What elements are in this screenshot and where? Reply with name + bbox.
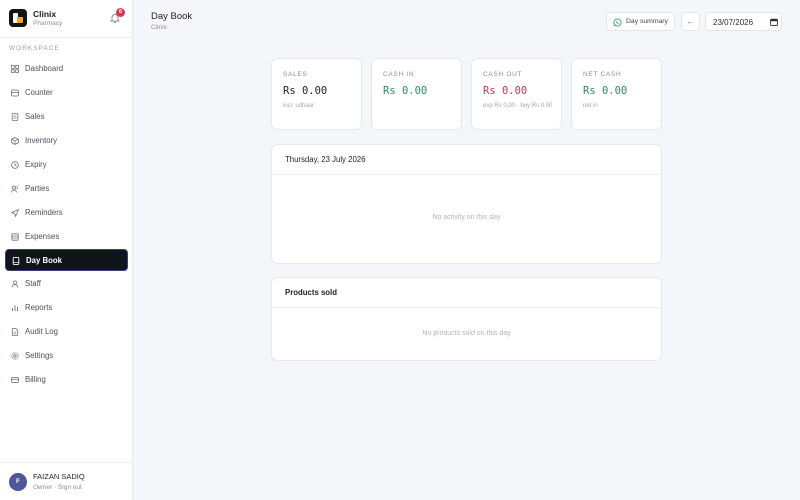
notification-badge: 6	[116, 8, 125, 17]
panel-header: Thursday, 23 July 2026	[272, 145, 661, 175]
sidebar-item-label: Settings	[25, 351, 54, 360]
register-icon	[11, 89, 19, 97]
stack-icon	[11, 233, 19, 241]
sidebar-item-reminders[interactable]: Reminders	[5, 202, 128, 224]
sidebar-item-label: Inventory	[25, 136, 58, 145]
date-input[interactable]: 23/07/2026	[705, 12, 782, 31]
sidebar-item-label: Dashboard	[25, 64, 64, 73]
sidebar-item-label: Day Book	[26, 256, 62, 265]
bar-chart-icon	[12, 305, 18, 311]
activity-date-title: Thursday, 23 July 2026	[285, 155, 366, 164]
products-empty-text: No products sold on this day	[422, 330, 511, 337]
card-label: CASH OUT	[483, 71, 523, 78]
brand-subtitle: Pharmacy	[33, 20, 63, 27]
products-sold-title: Products sold	[285, 288, 337, 297]
sidebar-item-staff[interactable]: Staff	[5, 273, 128, 295]
card-value: Rs 0.00	[283, 85, 328, 97]
card-note: incl. udhaar	[283, 103, 315, 109]
sidebar-item-label: Billing	[25, 375, 46, 384]
sidebar-item-inventory[interactable]: Inventory	[5, 130, 128, 152]
card-note: exp Rs 0.00 · buy Rs 0.00	[483, 103, 553, 109]
sidebar-item-label: Audit Log	[25, 327, 58, 336]
send-icon	[11, 209, 19, 217]
page-subtitle: Clinix	[151, 24, 167, 31]
previous-day-button[interactable]: ←	[681, 12, 700, 31]
summary-card-sales: SALES Rs 0.00 incl. udhaar	[271, 58, 362, 130]
sidebar-item-reports[interactable]: Reports	[5, 297, 128, 319]
sidebar-item-expenses[interactable]: Expenses	[5, 226, 128, 248]
sidebar-item-expiry[interactable]: Expiry	[5, 154, 128, 176]
card-value: Rs 0.00	[383, 85, 428, 97]
card-note: net in	[583, 103, 598, 109]
activity-empty-text: No activity on this day	[432, 214, 501, 221]
box-icon	[11, 137, 19, 145]
card-label: SALES	[283, 71, 308, 78]
staff-icon	[11, 280, 19, 288]
sidebar-item-label: Sales	[25, 112, 45, 121]
calendar-icon[interactable]	[770, 18, 778, 26]
summary-card-cash-out: CASH OUT Rs 0.00 exp Rs 0.00 · buy Rs 0.…	[471, 58, 562, 130]
sidebar-item-label: Staff	[25, 279, 41, 288]
products-sold-panel: Products sold No products sold on this d…	[271, 277, 662, 361]
card-value: Rs 0.00	[583, 85, 628, 97]
whatsapp-day-summary-button[interactable]: Day summary	[606, 12, 675, 31]
brand-name: Clinix	[33, 9, 57, 19]
receipt-icon	[11, 113, 19, 121]
sidebar-item-label: Counter	[25, 88, 53, 97]
book-icon	[12, 257, 20, 265]
brand-header: Clinix Pharmacy 6	[0, 0, 133, 38]
sidebar-item-label: Expenses	[25, 232, 60, 241]
brand-logo	[9, 9, 27, 27]
user-role-sign-out[interactable]: Owner · Sign out	[33, 484, 82, 491]
summary-card-net-cash: NET CASH Rs 0.00 net in	[571, 58, 662, 130]
page-title: Day Book	[151, 11, 193, 22]
sidebar-item-dashboard[interactable]: Dashboard	[5, 58, 128, 80]
document-icon	[11, 328, 19, 336]
card-label: NET CASH	[583, 71, 622, 78]
sidebar-item-sales[interactable]: Sales	[5, 106, 128, 128]
clock-icon	[11, 161, 19, 169]
card-value: Rs 0.00	[483, 85, 528, 97]
card-label: CASH IN	[383, 71, 415, 78]
sidebar-item-label: Reminders	[25, 208, 63, 217]
sidebar-item-day-book[interactable]: Day Book	[5, 249, 128, 271]
whatsapp-icon	[613, 18, 622, 27]
grid-icon	[11, 65, 19, 73]
gear-icon	[11, 352, 19, 360]
user-block: F FAIZAN SADIQ Owner · Sign out	[0, 462, 133, 500]
card-icon	[11, 377, 19, 383]
activity-panel: Thursday, 23 July 2026 No activity on th…	[271, 144, 662, 264]
sidebar-item-label: Reports	[25, 303, 53, 312]
summary-card-cash-in: CASH IN Rs 0.00	[371, 58, 462, 130]
sidebar-item-counter[interactable]: Counter	[5, 82, 128, 104]
sidebar-item-audit-log[interactable]: Audit Log	[5, 321, 128, 343]
sidebar-item-parties[interactable]: Parties	[5, 178, 128, 200]
sidebar-item-label: Parties	[25, 184, 50, 193]
user-name: FAIZAN SADIQ	[33, 472, 85, 481]
sidebar-item-settings[interactable]: Settings	[5, 345, 128, 367]
whatsapp-label: Day summary	[626, 18, 668, 25]
people-icon	[11, 185, 18, 193]
section-label-workspace: WORKSPACE	[9, 45, 60, 52]
panel-header: Products sold	[272, 278, 661, 308]
date-value: 23/07/2026	[713, 18, 754, 27]
avatar[interactable]: F	[9, 473, 27, 491]
sidebar: Clinix Pharmacy 6 WORKSPACE Dashboard Co…	[0, 0, 133, 500]
sidebar-item-label: Expiry	[25, 160, 47, 169]
sidebar-item-billing[interactable]: Billing	[5, 369, 128, 391]
